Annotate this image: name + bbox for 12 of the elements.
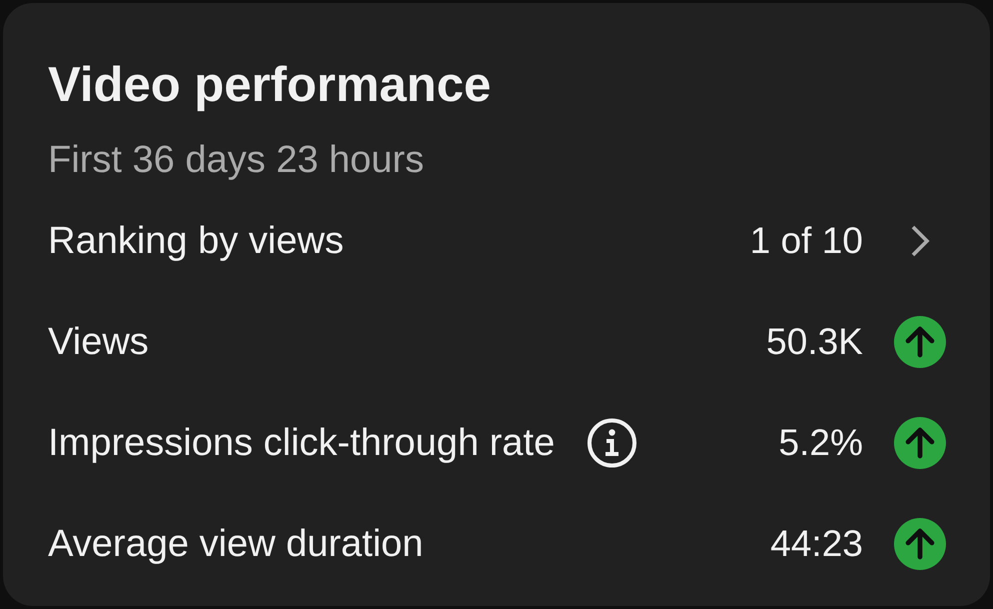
chevron-right-icon[interactable] [910, 224, 930, 256]
metric-label: Impressions click-through rate [48, 420, 555, 464]
metric-label: Ranking by views [48, 218, 344, 262]
metric-label: Average view duration [48, 522, 424, 566]
period-text: First 36 days 23 hours [48, 138, 424, 182]
metric-value: 5.2% [778, 420, 863, 464]
metric-value: 50.3K [766, 320, 863, 364]
card-title: Video performance [48, 57, 491, 113]
metric-value: 44:23 [770, 522, 863, 566]
metric-label: Views [48, 320, 149, 364]
info-icon[interactable] [586, 418, 637, 468]
metric-value: 1 of 10 [750, 218, 863, 262]
